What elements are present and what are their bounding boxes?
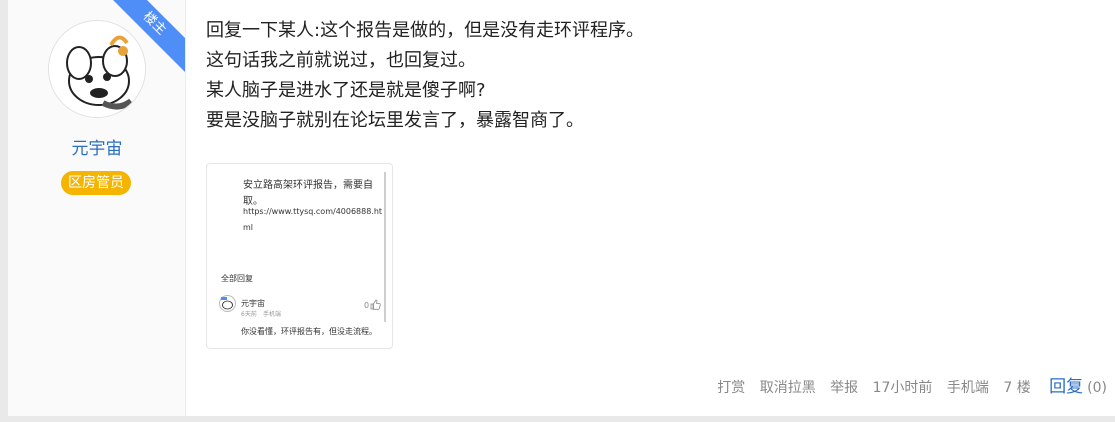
avatar[interactable] — [48, 20, 146, 118]
screenshot-text-1: 安立路高架环评报告，需要自 — [243, 180, 373, 191]
screenshot-all-replies: 全部回复 — [221, 274, 253, 283]
screenshot-reply-device: 手机端 — [263, 311, 282, 318]
screenshot-text-2: 取。 — [243, 196, 263, 207]
screenshot-url: https://www.ttysq.com/4006888.ht — [243, 207, 383, 216]
page-divider — [0, 416, 1115, 422]
post-time: 17小时前 — [872, 380, 933, 396]
reply-button[interactable]: 回复 — [1049, 377, 1083, 397]
mini-avatar-icon — [219, 295, 236, 312]
cartoon-dog-icon — [49, 21, 145, 117]
report-link[interactable]: 举报 — [830, 380, 858, 396]
screenshot-scrollbar — [384, 172, 386, 322]
attached-screenshot[interactable]: 安立路高架环评报告，需要自 取。 https://www.ttysq.com/4… — [206, 163, 393, 349]
screenshot-reply-user: 元宇宙 — [241, 299, 265, 308]
floor-number: 7 楼 — [1003, 380, 1031, 396]
post-line-4: 要是没脑子就别在论坛里发言了，暴露智商了。 — [206, 110, 584, 131]
screenshot-reply-text: 你没看懂，环评报告有，但没走流程。 — [241, 327, 377, 336]
post-content: 回复一下某人:这个报告是做的，但是没有走环评程序。 这句话我之前就说过，也回复过… — [206, 16, 1086, 136]
reply-count: (0) — [1087, 380, 1107, 396]
screenshot-reply-time: 6天前 — [241, 311, 257, 318]
post-device: 手机端 — [946, 380, 989, 396]
role-badge: 区房管员 — [61, 171, 131, 195]
post-footer: 打赏 取消拉黑 举报 17小时前 手机端 7 楼 回复 (0) — [707, 376, 1115, 398]
username[interactable]: 元宇宙 — [8, 134, 185, 159]
post-line-1: 回复一下某人:这个报告是做的，但是没有走环评程序。 — [206, 20, 645, 41]
post-line-2: 这句话我之前就说过，也回复过。 — [206, 50, 476, 71]
unblock-link[interactable]: 取消拉黑 — [760, 380, 816, 396]
thumbs-up-icon — [370, 299, 381, 310]
author-panel: 楼主 元宇宙 区房管员 — [8, 0, 186, 416]
tip-link[interactable]: 打赏 — [717, 380, 745, 396]
screenshot-like-count: 0 — [364, 301, 370, 310]
post-line-3: 某人脑子是进水了还是就是傻子啊? — [206, 80, 486, 101]
screenshot-url-tail: ml — [243, 223, 254, 232]
post-card: 楼主 元宇宙 区房管员 回复一下某人:这个报告是做的，但是没有走环评程序。 这句… — [8, 0, 1115, 416]
